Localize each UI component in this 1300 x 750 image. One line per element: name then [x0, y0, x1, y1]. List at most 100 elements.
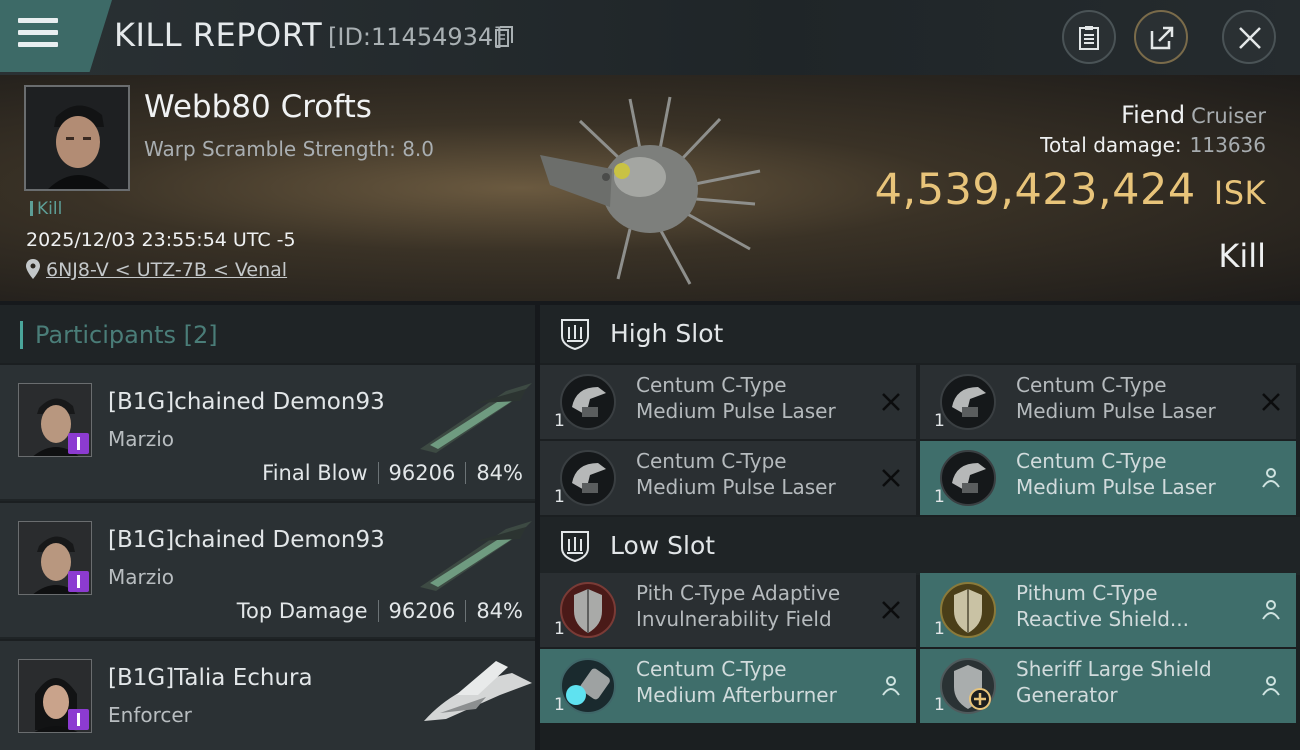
- top-bar: KILL REPORT [ID:11454934]: [0, 0, 1300, 75]
- participant-row[interactable]: [B1G]chained Demon93 Marzio Top Damage 96…: [0, 501, 535, 637]
- participant-role: Final Blow: [262, 461, 368, 485]
- kill-tag: Kill: [30, 199, 62, 219]
- low-slot-label: Low Slot: [610, 531, 716, 560]
- module-item[interactable]: 1 Sheriff Large Shield Generator: [920, 649, 1296, 723]
- corp-role-badge: [68, 571, 89, 592]
- participant-ship-render[interactable]: [416, 655, 536, 731]
- participant-stats: Top Damage 96206 84%: [237, 599, 523, 623]
- participant-name[interactable]: [B1G]chained Demon93: [108, 527, 385, 553]
- destroyed-icon: [882, 469, 900, 487]
- pulse-laser-icon: [560, 374, 616, 430]
- module-item[interactable]: 1 Centum C-Type Medium Afterburner: [540, 649, 916, 723]
- high-slot-icon: [561, 319, 589, 351]
- module-item[interactable]: 1 Pith C-Type Adaptive Invulnerability Fi…: [540, 573, 916, 647]
- module-name-line2: Medium Pulse Laser: [1016, 399, 1216, 423]
- corp-role-badge: [68, 709, 89, 730]
- invulnerability-field-icon: [560, 582, 616, 638]
- participant-damage: 96206: [388, 461, 456, 485]
- participants-header-bar: [20, 321, 23, 349]
- participants-panel: Participants [2] [B1G]chained Demon93 Ma…: [0, 305, 535, 750]
- victim-ship-name[interactable]: Fiend: [1121, 101, 1185, 129]
- pulse-laser-icon: [940, 374, 996, 430]
- module-quantity: 1: [554, 411, 565, 431]
- module-name: Centum C-Type Medium Pulse Laser: [636, 448, 866, 500]
- participants-label: Participants: [35, 321, 176, 349]
- stat-divider: [377, 600, 379, 622]
- module-name-line1: Centum C-Type: [1016, 373, 1167, 397]
- module-name-line1: Pith C-Type Adaptive: [636, 581, 841, 605]
- close-icon: [1239, 27, 1261, 49]
- participant-row[interactable]: [B1G]Talia Echura Enforcer: [0, 639, 535, 750]
- module-name-line1: Centum C-Type: [1016, 449, 1167, 473]
- module-name-line1: Centum C-Type: [636, 657, 787, 681]
- module-name-line2: Medium Pulse Laser: [636, 475, 836, 499]
- close-button[interactable]: [1222, 10, 1276, 64]
- participant-ship-render[interactable]: [416, 379, 536, 455]
- participant-percent: 84%: [476, 461, 523, 485]
- victim-name[interactable]: Webb80 Crofts: [144, 89, 372, 125]
- isk-unit: ISK: [1213, 174, 1266, 212]
- victim-ship-class: Cruiser: [1191, 104, 1266, 128]
- module-quantity: 1: [934, 695, 945, 715]
- module-name: Centum C-Type Medium Pulse Laser: [1016, 448, 1246, 500]
- victim-ship-info: Fiend Cruiser: [1121, 101, 1266, 129]
- module-name-line2: Medium Afterburner: [636, 683, 837, 707]
- participant-row[interactable]: [B1G]chained Demon93 Marzio Final Blow 96…: [0, 363, 535, 499]
- clipboard-button[interactable]: [1062, 10, 1116, 64]
- module-item[interactable]: 1 Centum C-Type Medium Pulse Laser: [540, 441, 916, 515]
- module-item[interactable]: 1 Centum C-Type Medium Pulse Laser: [920, 365, 1296, 439]
- stat-divider: [465, 600, 467, 622]
- victim-portrait[interactable]: [24, 85, 130, 191]
- clipboard-icon: [1079, 26, 1099, 50]
- module-name-line2: Medium Pulse Laser: [1016, 475, 1216, 499]
- participants-header: Participants [2]: [0, 305, 535, 363]
- warp-scramble-strength: Warp Scramble Strength: 8.0: [144, 137, 435, 161]
- high-slot-label: High Slot: [610, 319, 724, 348]
- module-quantity: 1: [554, 619, 565, 639]
- location-pin-icon: [26, 259, 40, 279]
- module-item[interactable]: 1 Centum C-Type Medium Pulse Laser: [540, 365, 916, 439]
- menu-button[interactable]: [0, 0, 112, 72]
- share-icon: [1150, 26, 1174, 50]
- fitting-panel: High Slot 1 Centum C-Type Medium Pulse La…: [540, 305, 1300, 750]
- module-quantity: 1: [934, 487, 945, 507]
- participant-percent: 84%: [476, 599, 523, 623]
- module-name: Pith C-Type Adaptive Invulnerability Fiel…: [636, 580, 866, 632]
- module-name: Centum C-Type Medium Afterburner: [636, 656, 866, 708]
- module-name-line1: Centum C-Type: [636, 373, 787, 397]
- module-item[interactable]: 1 Centum C-Type Medium Pulse Laser: [920, 441, 1296, 515]
- module-quantity: 1: [554, 695, 565, 715]
- low-slot-header: Low Slot: [540, 517, 1300, 575]
- victim-ship-render[interactable]: [520, 89, 780, 289]
- hamburger-menu-icon[interactable]: [18, 18, 58, 48]
- module-item[interactable]: 1 Pithum C-Type Reactive Shield...: [920, 573, 1296, 647]
- participant-ship: Marzio: [108, 427, 175, 451]
- participant-role: Top Damage: [236, 599, 368, 623]
- total-damage-label: Total damage:: [1040, 133, 1182, 157]
- victim-summary: Webb80 Crofts Warp Scramble Strength: 8.…: [0, 75, 1300, 301]
- module-name-line2: Medium Pulse Laser: [636, 399, 836, 423]
- person-icon: [1262, 600, 1280, 620]
- pulse-laser-icon: [560, 450, 616, 506]
- participant-ship: Enforcer: [108, 703, 192, 727]
- participant-ship-render[interactable]: [416, 517, 536, 593]
- participants-count: [2]: [183, 321, 218, 349]
- module-name-line2: Invulnerability Field: [636, 607, 832, 631]
- person-icon: [1262, 468, 1280, 488]
- module-name-line1: Centum C-Type: [636, 449, 787, 473]
- participant-name[interactable]: [B1G]Talia Echura: [108, 665, 313, 691]
- destroyed-icon: [882, 601, 900, 619]
- copy-icon[interactable]: [494, 26, 514, 50]
- total-damage: Total damage: 113636: [1040, 133, 1266, 157]
- module-name-line1: Pithum C-Type: [1016, 581, 1158, 605]
- pulse-laser-icon: [940, 450, 996, 506]
- module-name: Centum C-Type Medium Pulse Laser: [1016, 372, 1246, 424]
- share-button[interactable]: [1134, 10, 1188, 64]
- page-title: KILL REPORT: [114, 16, 323, 54]
- participant-ship: Marzio: [108, 565, 175, 589]
- module-name-line1: Sheriff Large Shield: [1016, 657, 1212, 681]
- module-quantity: 1: [934, 619, 945, 639]
- participant-name[interactable]: [B1G]chained Demon93: [108, 389, 385, 415]
- kill-location[interactable]: 6NJ8-V < UTZ-7B < Venal: [26, 259, 287, 281]
- location-link[interactable]: 6NJ8-V < UTZ-7B < Venal: [46, 259, 287, 281]
